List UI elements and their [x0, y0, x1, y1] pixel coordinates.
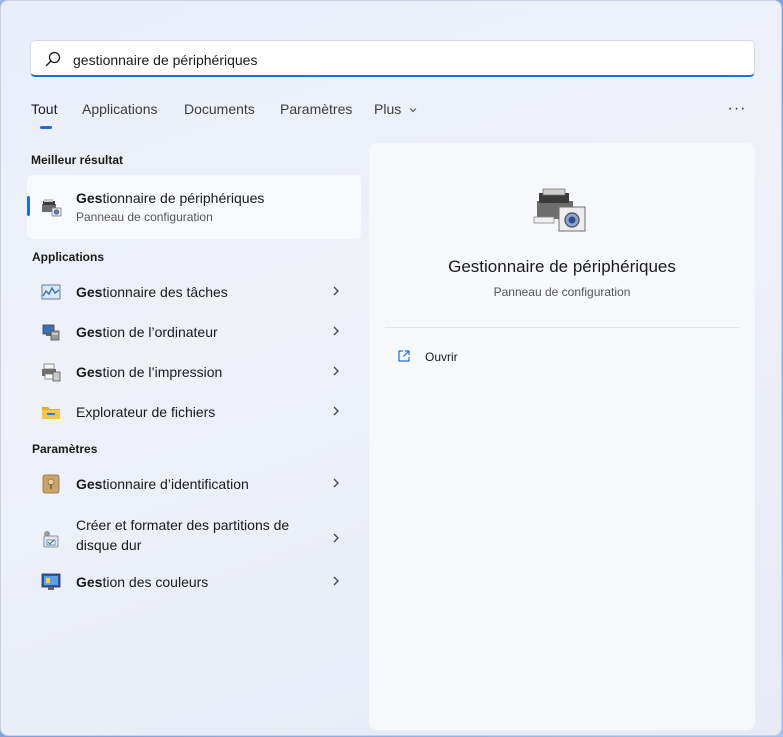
computer-management-icon: [42, 324, 60, 341]
detail-pane: Gestionnaire de périphériques Panneau de…: [369, 143, 755, 730]
applications-heading: Applications: [32, 250, 105, 264]
detail-title: Gestionnaire de périphériques: [448, 257, 676, 276]
start-search-panel: Tout Applications Documents Paramètres P…: [0, 0, 782, 736]
device-manager-icon: [533, 188, 586, 232]
search-icon: [45, 51, 61, 67]
result-color-management[interactable]: Gestion des couleurs: [27, 564, 361, 600]
open-action-label: Ouvrir: [425, 350, 458, 364]
print-management-icon: [42, 363, 61, 382]
best-match-heading: Meilleur résultat: [31, 153, 124, 167]
result-label: Gestionnaire d’identification: [76, 476, 249, 492]
chevron-right-icon[interactable]: [329, 363, 343, 379]
result-task-manager[interactable]: Gestionnaire des tâches: [27, 274, 361, 310]
result-label: Gestion de l’impression: [76, 364, 223, 380]
device-manager-icon: [42, 199, 62, 217]
result-label: Gestionnaire des tâches: [76, 284, 228, 300]
result-credential-manager[interactable]: Gestionnaire d’identification: [27, 466, 361, 502]
folder-icon: [42, 407, 60, 419]
tab-settings[interactable]: Paramètres: [280, 101, 352, 117]
active-tab-indicator: [40, 126, 52, 129]
tab-documents[interactable]: Documents: [184, 101, 255, 117]
tab-more[interactable]: Plus: [374, 101, 418, 117]
best-match-title: Gestionnaire de périphériques: [76, 190, 264, 206]
result-computer-management[interactable]: Gestion de l’ordinateur: [27, 314, 361, 350]
chevron-right-icon[interactable]: [329, 403, 343, 419]
credential-manager-icon: [42, 474, 60, 494]
open-external-icon: [398, 350, 410, 362]
search-box[interactable]: [30, 40, 755, 77]
chevron-right-icon[interactable]: [329, 530, 343, 546]
tab-all[interactable]: Tout: [31, 101, 58, 129]
chevron-down-icon: [409, 108, 417, 113]
result-print-management[interactable]: Gestion de l’impression: [27, 354, 361, 390]
best-match-item[interactable]: Gestionnaire de périphériques Panneau de…: [27, 175, 361, 239]
chevron-right-icon[interactable]: [329, 573, 343, 589]
chevron-right-icon[interactable]: [329, 283, 343, 299]
task-manager-icon: [41, 284, 61, 300]
result-label: Créer et formater des partitions de disq…: [76, 517, 290, 553]
match-rest: tionnaire de périphériques: [102, 190, 265, 206]
more-options-icon: ···: [727, 100, 747, 117]
tab-label: Paramètres: [280, 101, 353, 117]
tab-label: Plus: [374, 101, 402, 117]
tab-label: Tout: [31, 101, 58, 117]
chevron-right-icon[interactable]: [329, 323, 343, 339]
match-highlight: Ges: [76, 190, 103, 206]
disk-partition-icon: [43, 531, 59, 548]
color-management-icon: [41, 573, 61, 590]
more-options-button[interactable]: ···: [727, 101, 747, 121]
selection-indicator: [27, 196, 30, 216]
tab-label: Applications: [82, 101, 158, 117]
result-disk-partitions[interactable]: Créer et formater des partitions de disq…: [27, 513, 361, 563]
divider: [385, 327, 739, 328]
result-file-explorer[interactable]: Explorateur de fichiers: [27, 394, 361, 430]
result-label: Explorateur de fichiers: [76, 404, 216, 420]
result-label: Gestion de l’ordinateur: [76, 324, 218, 340]
result-label: Gestion des couleurs: [76, 574, 209, 590]
chevron-right-icon[interactable]: [329, 475, 343, 491]
tab-label: Documents: [184, 101, 255, 117]
best-match-subtitle: Panneau de configuration: [76, 210, 213, 224]
detail-subtitle: Panneau de configuration: [493, 285, 631, 299]
tab-applications[interactable]: Applications: [82, 101, 158, 117]
settings-heading: Paramètres: [32, 442, 98, 456]
search-input[interactable]: [71, 49, 735, 71]
